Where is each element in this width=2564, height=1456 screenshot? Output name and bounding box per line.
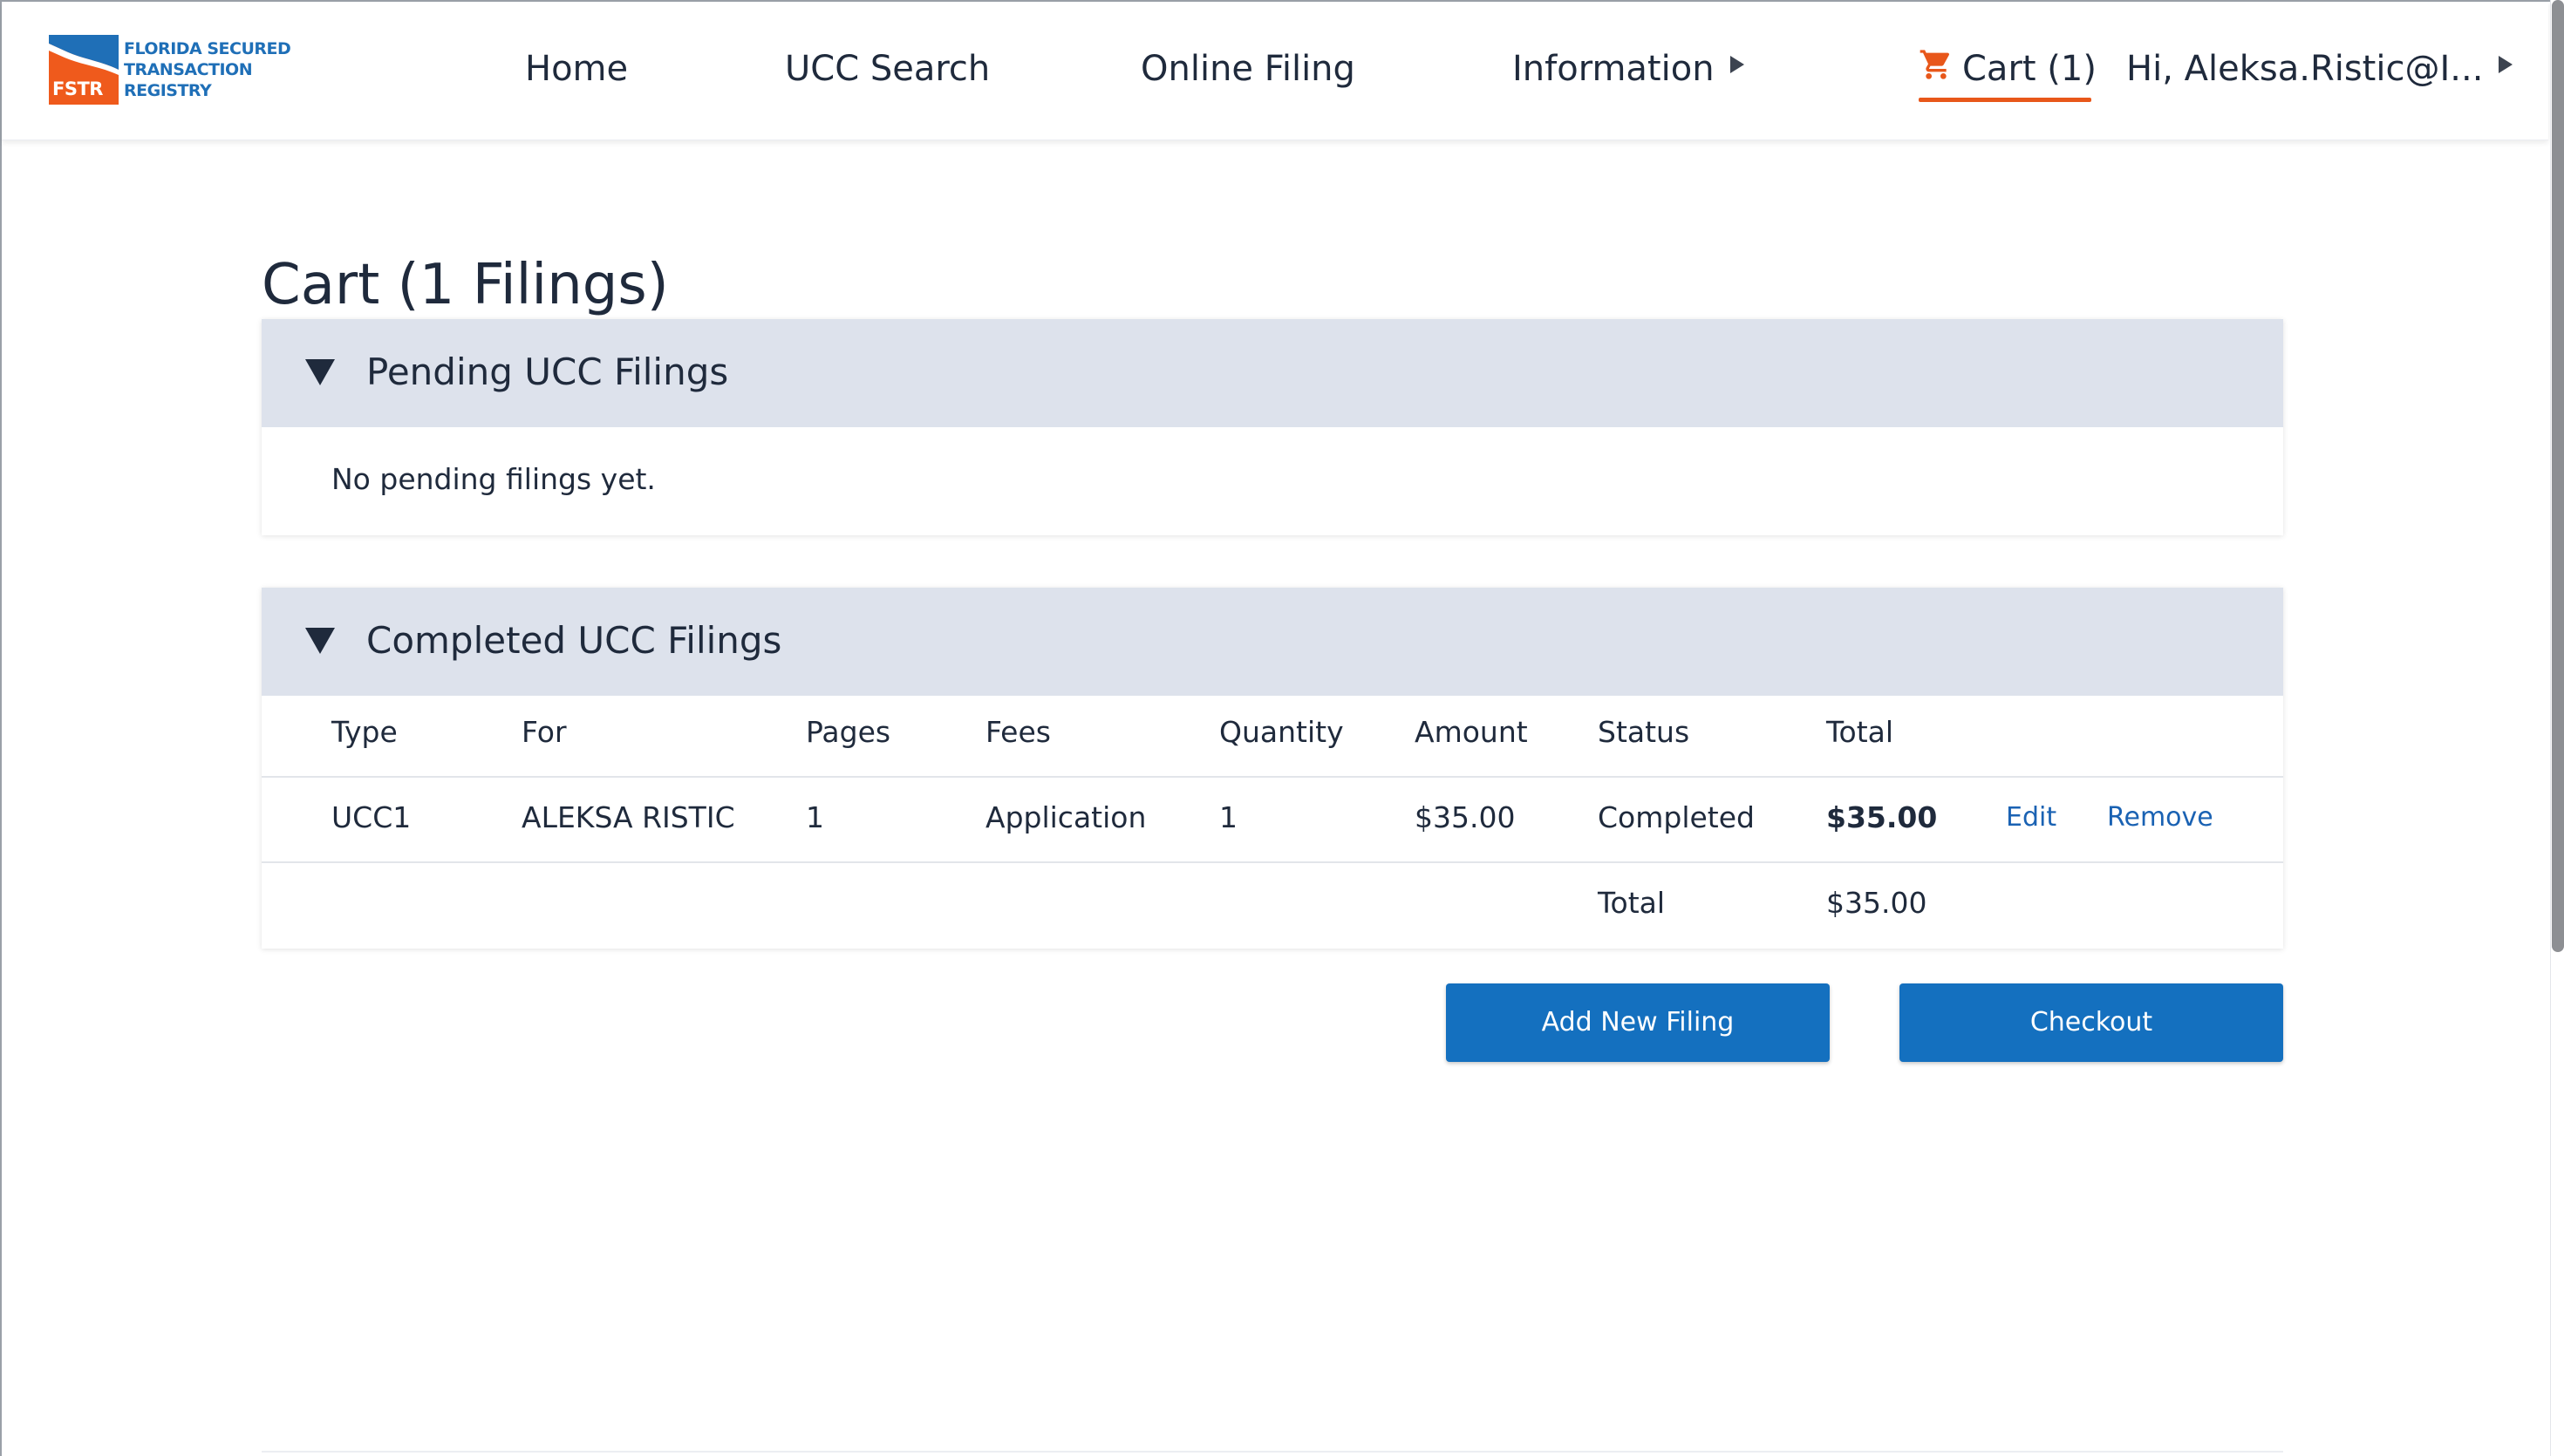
add-new-filing-button[interactable]: Add New Filing [1446, 983, 1830, 1062]
column-header-type: Type [331, 715, 398, 749]
checkout-button[interactable]: Checkout [1899, 983, 2283, 1062]
edit-filing-link[interactable]: Edit [2006, 799, 2056, 837]
remove-filing-link[interactable]: Remove [2107, 799, 2213, 837]
grand-total-value: $35.00 [1826, 886, 1927, 920]
column-header-pages: Pages [806, 715, 891, 749]
column-header-amount: Amount [1415, 715, 1528, 749]
nav-cart[interactable]: Cart (1) [1919, 45, 2097, 92]
top-navigation-bar: FSTR FLORIDA SECURED TRANSACTION REGISTR… [2, 2, 2548, 140]
fstr-logo[interactable]: FSTR FLORIDA SECURED TRANSACTION REGISTR… [49, 35, 291, 105]
cell-quantity: 1 [1219, 800, 1238, 834]
nav-ucc-search[interactable]: UCC Search [785, 45, 990, 92]
collapse-triangle-icon [305, 359, 335, 385]
cell-type: UCC1 [331, 800, 412, 834]
logo-line-2: TRANSACTION [124, 60, 253, 79]
cell-fees: Application [985, 800, 1147, 834]
logo-acronym: FSTR [52, 78, 103, 99]
nav-cart-label: Cart (1) [1962, 49, 2097, 89]
completed-filings-panel: Completed UCC Filings Type For Pages Fee… [262, 588, 2283, 949]
caret-right-icon [1729, 56, 1744, 73]
vertical-scrollbar-thumb[interactable] [2552, 0, 2564, 952]
column-header-for: For [522, 715, 567, 749]
cell-pages: 1 [806, 800, 824, 834]
nav-home[interactable]: Home [525, 45, 628, 92]
active-tab-underline [1919, 98, 2091, 102]
column-header-total: Total [1826, 715, 1894, 749]
cell-status: Completed [1598, 800, 1755, 834]
nav-information[interactable]: Information [1512, 45, 1744, 92]
nav-information-label: Information [1512, 49, 1715, 89]
table-divider [262, 776, 2283, 778]
shopping-cart-icon [1920, 50, 1950, 79]
column-header-status: Status [1598, 715, 1690, 749]
nav-online-filing[interactable]: Online Filing [1141, 45, 1355, 92]
cell-amount: $35.00 [1415, 800, 1516, 834]
user-menu[interactable]: Hi, Aleksa.Ristic@I... [2126, 45, 2513, 92]
logo-line-3: REGISTRY [124, 81, 212, 100]
column-header-quantity: Quantity [1219, 715, 1344, 749]
table-divider [262, 861, 2283, 863]
completed-filings-header[interactable]: Completed UCC Filings [262, 588, 2283, 696]
column-header-fees: Fees [985, 715, 1051, 749]
grand-total-label: Total [1598, 886, 1666, 920]
cell-for: ALEKSA RISTIC [522, 800, 735, 834]
pending-empty-message: No pending filings yet. [331, 462, 656, 496]
pending-filings-panel: Pending UCC Filings No pending filings y… [262, 319, 2283, 535]
caret-right-icon [2499, 56, 2513, 73]
collapse-triangle-icon [305, 628, 335, 654]
completed-filings-title: Completed UCC Filings [366, 619, 782, 662]
logo-wordmark: FLORIDA SECURED TRANSACTION REGISTRY [124, 38, 291, 101]
logo-line-1: FLORIDA SECURED [124, 39, 291, 58]
cell-total: $35.00 [1826, 800, 1938, 834]
pending-filings-title: Pending UCC Filings [366, 350, 729, 393]
user-menu-label: Hi, Aleksa.Ristic@I... [2126, 49, 2484, 89]
pending-filings-header[interactable]: Pending UCC Filings [262, 319, 2283, 427]
footer-divider [262, 1451, 2283, 1453]
page-title: Cart (1 Filings) [262, 252, 669, 317]
